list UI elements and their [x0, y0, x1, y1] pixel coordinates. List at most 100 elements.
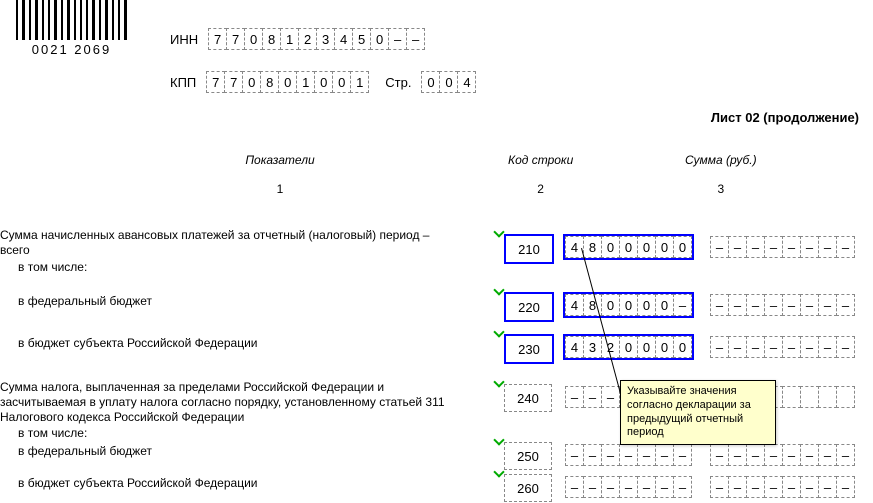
col3-text: Сумма (руб.): [685, 153, 757, 167]
tick-icon: [493, 434, 504, 445]
row-sub-210: в том числе:: [18, 260, 87, 275]
barcode-bars: [16, 0, 127, 40]
sum1-260-cell-3: –: [619, 476, 638, 498]
sum2-250-cell-2: –: [746, 444, 765, 466]
col3-num: 3: [685, 182, 757, 196]
sum1-220-cell-4: 0: [637, 294, 656, 316]
sum2-260-cell-5: –: [800, 476, 819, 498]
inn-cell-5: 2: [298, 28, 317, 50]
inn-cell-8: 5: [352, 28, 371, 50]
kpp-cell-6: 0: [314, 71, 333, 93]
inn-cell-1: 7: [226, 28, 245, 50]
page-cell-0: 0: [421, 71, 440, 93]
sum2-230-cell-5: –: [800, 336, 819, 358]
sum1-260: –––––––: [565, 476, 692, 498]
sum2-250-cell-4: –: [782, 444, 801, 466]
sum2-250-cell-5: –: [800, 444, 819, 466]
sum1-250-cell-2: –: [601, 444, 620, 466]
kpp-cells: 770801001: [206, 71, 369, 93]
sum2-210-cell-7: –: [836, 236, 855, 258]
sum1-250-cell-5: –: [655, 444, 674, 466]
code-260: 260: [504, 474, 552, 502]
sum1-230-cell-4: 0: [637, 336, 656, 358]
sum1-220-cell-0: 4: [565, 294, 584, 316]
tooltip-text: Указывайте значения согласно декларации …: [627, 385, 751, 438]
sum2-260: ––––––––: [710, 476, 855, 498]
page-cells: 004: [421, 71, 476, 93]
sum2-210-cell-2: –: [746, 236, 765, 258]
sum2-260-cell-4: –: [782, 476, 801, 498]
tooltip-arrow: [581, 248, 621, 393]
sum2-230-cell-2: –: [746, 336, 765, 358]
sum2-220-cell-1: –: [728, 294, 747, 316]
sum2-210-cell-5: –: [800, 236, 819, 258]
kpp-cell-7: 0: [332, 71, 351, 93]
sum1-250-cell-6: –: [673, 444, 692, 466]
sum2-250-cell-6: –: [818, 444, 837, 466]
sum1-260-cell-1: –: [583, 476, 602, 498]
sum2-240-cell-6: [818, 386, 837, 408]
row-label-210: Сумма начисленных авансовых платежей за …: [0, 228, 460, 258]
sum1-240-cell-1: –: [583, 386, 602, 408]
row-label-220: в федеральный бюджет: [18, 294, 152, 309]
col3-head: Сумма (руб.) 3: [685, 153, 757, 196]
kpp-cell-3: 8: [260, 71, 279, 93]
sum2-230-cell-4: –: [782, 336, 801, 358]
sum1-250-cell-4: –: [637, 444, 656, 466]
kpp-cell-5: 1: [296, 71, 315, 93]
sum2-210-cell-6: –: [818, 236, 837, 258]
sum2-260-cell-1: –: [728, 476, 747, 498]
sum1-220-cell-2: 0: [601, 294, 620, 316]
tooltip: Указывайте значения согласно декларации …: [620, 380, 776, 445]
sum2-250-cell-7: –: [836, 444, 855, 466]
sum2-220-cell-4: –: [782, 294, 801, 316]
tick-icon: [493, 376, 504, 387]
sum1-210-cell-6: 0: [673, 236, 692, 258]
col2-text: Код строки: [508, 153, 573, 167]
sum2-240-cell-5: [800, 386, 819, 408]
row-label-230: в бюджет субъекта Российской Федерации: [18, 336, 257, 351]
inn-cell-4: 1: [280, 28, 299, 50]
sheet-title: Лист 02 (продолжение): [711, 110, 859, 125]
sum1-250-cell-0: –: [565, 444, 584, 466]
sum2-210-cell-0: –: [710, 236, 729, 258]
inn-cell-11: –: [406, 28, 425, 50]
sum1-240-cell-2: –: [601, 386, 620, 408]
inn-cell-6: 3: [316, 28, 335, 50]
tick-icon: [493, 226, 504, 237]
sum1-210-cell-2: 0: [601, 236, 620, 258]
sum2-260-cell-0: –: [710, 476, 729, 498]
sum2-220-cell-6: –: [818, 294, 837, 316]
inn-cell-10: –: [388, 28, 407, 50]
sum2-210-cell-1: –: [728, 236, 747, 258]
sum1-230-cell-6: 0: [673, 336, 692, 358]
inn-cell-3: 8: [262, 28, 281, 50]
code-230: 230: [504, 334, 554, 364]
row-label-260: в бюджет субъекта Российской Федерации: [18, 476, 257, 491]
sum2-220-cell-3: –: [764, 294, 783, 316]
kpp-cell-8: 1: [350, 71, 369, 93]
sum1-220-cell-5: 0: [655, 294, 674, 316]
inn-row: ИНН 7708123450––: [170, 28, 425, 50]
sum2-230-cell-1: –: [728, 336, 747, 358]
sum2-230-cell-3: –: [764, 336, 783, 358]
kpp-cell-1: 7: [224, 71, 243, 93]
kpp-label: КПП: [170, 75, 196, 90]
sum1-230-cell-1: 3: [583, 336, 602, 358]
inn-cell-7: 4: [334, 28, 353, 50]
sum2-220-cell-0: –: [710, 294, 729, 316]
inn-cell-2: 0: [244, 28, 263, 50]
sum2-260-cell-6: –: [818, 476, 837, 498]
sum2-260-cell-2: –: [746, 476, 765, 498]
sum1-230-cell-3: 0: [619, 336, 638, 358]
sum2-260-cell-7: –: [836, 476, 855, 498]
inn-cell-0: 7: [208, 28, 227, 50]
sum1-260-cell-4: –: [637, 476, 656, 498]
sum1-220-cell-3: 0: [619, 294, 638, 316]
col1-num: 1: [205, 182, 355, 196]
sum2-220-cell-7: –: [836, 294, 855, 316]
sum1-250-cell-1: –: [583, 444, 602, 466]
inn-cell-9: 0: [370, 28, 389, 50]
sum1-210-cell-4: 0: [637, 236, 656, 258]
kpp-cell-0: 7: [206, 71, 225, 93]
